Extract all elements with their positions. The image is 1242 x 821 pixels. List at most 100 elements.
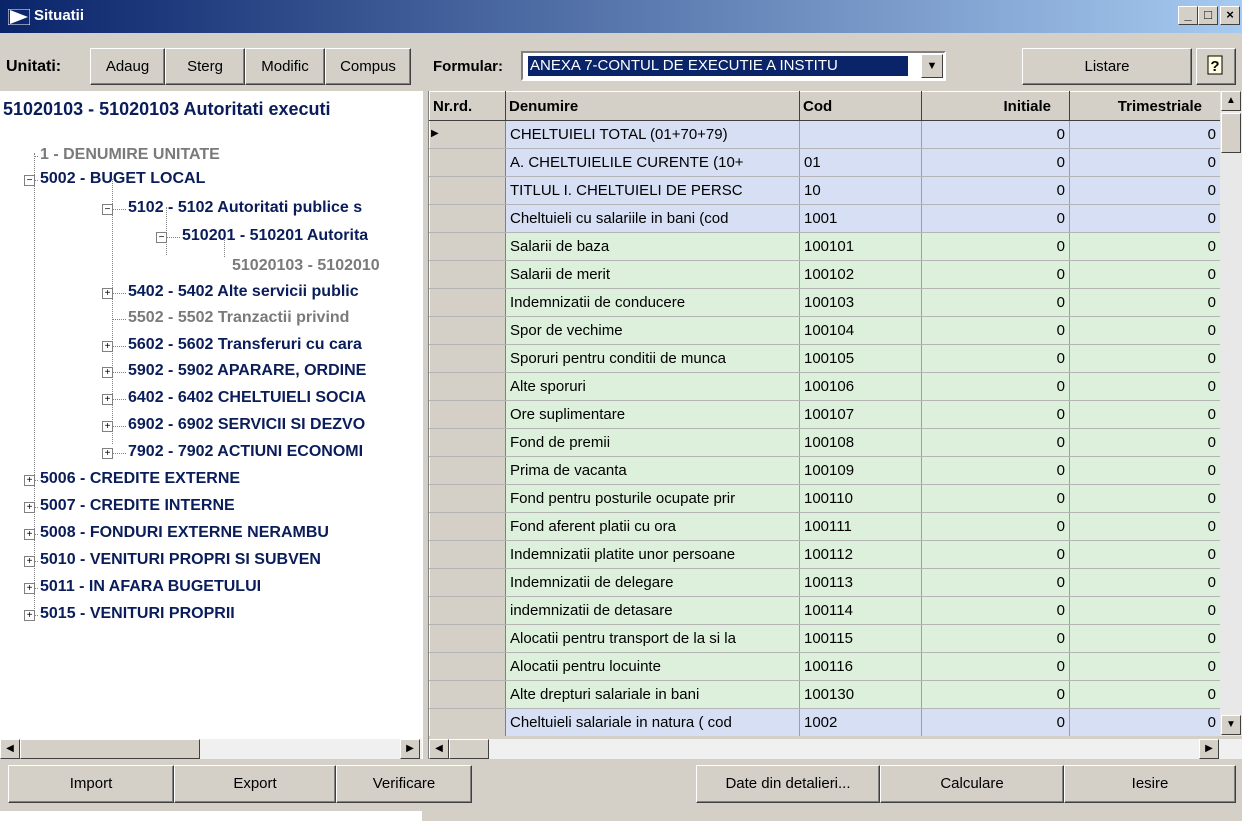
scroll-left-icon[interactable]: ◀ xyxy=(0,739,20,759)
table-row[interactable]: TITLUL I. CHELTUIELI DE PERSC 10 0 0 xyxy=(429,176,1220,205)
table-row[interactable]: Sporuri pentru conditii de munca 100105 0 0 xyxy=(429,344,1220,373)
expand-icon[interactable]: + xyxy=(102,288,113,299)
export-button[interactable]: Export xyxy=(174,765,336,803)
cell-initiale[interactable]: 0 xyxy=(921,652,1070,681)
cell-denumire[interactable]: Indemnizatii de conducere xyxy=(505,288,800,317)
table-row[interactable]: Alte sporuri 100106 0 0 xyxy=(429,372,1220,401)
cell-trimestriale[interactable]: 0 xyxy=(1069,540,1220,569)
tree-node[interactable]: 5502 - 5502 Tranzactii privind xyxy=(128,309,349,327)
tree-node[interactable]: 5102 - 5102 Autoritati publice s xyxy=(128,199,362,217)
cell-denumire[interactable]: Fond pentru posturile ocupate prir xyxy=(505,484,800,513)
cell-trimestriale[interactable]: 0 xyxy=(1069,680,1220,709)
cell-trimestriale[interactable]: 0 xyxy=(1069,568,1220,597)
cell-denumire[interactable]: Cheltuieli salariale in natura ( cod xyxy=(505,708,800,736)
cell-trimestriale[interactable]: 0 xyxy=(1069,428,1220,457)
table-row[interactable]: Indemnizatii de delegare 100113 0 0 xyxy=(429,568,1220,597)
cell-denumire[interactable]: indemnizatii de detasare xyxy=(505,596,800,625)
cell-initiale[interactable]: 0 xyxy=(921,120,1070,149)
table-row[interactable]: Ore suplimentare 100107 0 0 xyxy=(429,400,1220,429)
iesire-button[interactable]: Iesire xyxy=(1064,765,1236,803)
tree-node[interactable]: 51020103 - 5102010 xyxy=(232,257,380,275)
row-nr-cell[interactable] xyxy=(429,232,506,261)
cell-initiale[interactable]: 0 xyxy=(921,204,1070,233)
tree-node[interactable]: 5010 - VENITURI PROPRI SI SUBVEN xyxy=(40,551,321,569)
table-row[interactable]: ▶ CHELTUIELI TOTAL (01+70+79) 0 0 xyxy=(429,120,1220,149)
cell-trimestriale[interactable]: 0 xyxy=(1069,204,1220,233)
cell-cod[interactable]: 10 xyxy=(799,176,922,205)
cell-trimestriale[interactable]: 0 xyxy=(1069,708,1220,736)
cell-cod[interactable]: 100115 xyxy=(799,624,922,653)
grid-scroll-left-icon[interactable]: ◀ xyxy=(429,739,449,759)
cell-denumire[interactable]: Prima de vacanta xyxy=(505,456,800,485)
table-row[interactable]: Cheltuieli cu salariile in bani (cod 1001… xyxy=(429,204,1220,233)
expand-icon[interactable]: + xyxy=(24,556,35,567)
cell-denumire[interactable]: Fond aferent platii cu ora xyxy=(505,512,800,541)
cell-initiale[interactable]: 0 xyxy=(921,232,1070,261)
row-nr-cell[interactable] xyxy=(429,204,506,233)
cell-initiale[interactable]: 0 xyxy=(921,624,1070,653)
row-nr-cell[interactable] xyxy=(429,652,506,681)
row-nr-cell[interactable] xyxy=(429,596,506,625)
expand-icon[interactable]: + xyxy=(102,341,113,352)
table-row[interactable]: Fond pentru posturile ocupate prir 100110… xyxy=(429,484,1220,513)
row-nr-cell[interactable] xyxy=(429,260,506,289)
tree-node[interactable]: 6402 - 6402 CHELTUIELI SOCIA xyxy=(128,389,366,407)
cell-initiale[interactable]: 0 xyxy=(921,484,1070,513)
cell-initiale[interactable]: 0 xyxy=(921,540,1070,569)
cell-cod[interactable]: 1002 xyxy=(799,708,922,736)
cell-initiale[interactable]: 0 xyxy=(921,428,1070,457)
cell-cod[interactable]: 100107 xyxy=(799,400,922,429)
scroll-up-icon[interactable]: ▲ xyxy=(1221,91,1241,111)
unit-tree-panel[interactable]: 51020103 - 51020103 Autoritati executi 1… xyxy=(0,91,422,821)
cell-trimestriale[interactable]: 0 xyxy=(1069,456,1220,485)
cell-denumire[interactable]: Salarii de merit xyxy=(505,260,800,289)
expand-icon[interactable]: + xyxy=(24,529,35,540)
cell-denumire[interactable]: Ore suplimentare xyxy=(505,400,800,429)
table-row[interactable]: Indemnizatii platite unor persoane 100112… xyxy=(429,540,1220,569)
expand-icon[interactable]: + xyxy=(102,367,113,378)
table-row[interactable]: Alocatii pentru transport de la si la 100… xyxy=(429,624,1220,653)
cell-trimestriale[interactable]: 0 xyxy=(1069,316,1220,345)
table-row[interactable]: Alte drepturi salariale in bani 100130 0 0 xyxy=(429,680,1220,709)
verificare-button[interactable]: Verificare xyxy=(336,765,472,803)
row-nr-cell[interactable]: ▶ xyxy=(429,120,506,149)
cell-cod[interactable]: 100110 xyxy=(799,484,922,513)
import-button[interactable]: Import xyxy=(8,765,174,803)
tree-node[interactable]: 5011 - IN AFARA BUGETULUI xyxy=(40,578,261,596)
cell-cod[interactable]: 100114 xyxy=(799,596,922,625)
cell-trimestriale[interactable]: 0 xyxy=(1069,400,1220,429)
cell-trimestriale[interactable]: 0 xyxy=(1069,232,1220,261)
cell-trimestriale[interactable]: 0 xyxy=(1069,484,1220,513)
row-nr-cell[interactable] xyxy=(429,456,506,485)
cell-trimestriale[interactable]: 0 xyxy=(1069,372,1220,401)
pane-splitter[interactable] xyxy=(422,91,429,759)
row-nr-cell[interactable] xyxy=(429,624,506,653)
cell-cod[interactable]: 100101 xyxy=(799,232,922,261)
cell-trimestriale[interactable]: 0 xyxy=(1069,148,1220,177)
cell-initiale[interactable]: 0 xyxy=(921,596,1070,625)
row-nr-cell[interactable] xyxy=(429,708,506,736)
cell-denumire[interactable]: TITLUL I. CHELTUIELI DE PERSC xyxy=(505,176,800,205)
row-nr-cell[interactable] xyxy=(429,428,506,457)
cell-cod[interactable]: 1001 xyxy=(799,204,922,233)
tree-node[interactable]: 5007 - CREDITE INTERNE xyxy=(40,497,235,515)
tree-node[interactable]: 5006 - CREDITE EXTERNE xyxy=(40,470,240,488)
row-nr-cell[interactable] xyxy=(429,176,506,205)
row-nr-cell[interactable] xyxy=(429,344,506,373)
tree-node[interactable]: 7902 - 7902 ACTIUNI ECONOMI xyxy=(128,443,363,461)
tree-node[interactable]: 5602 - 5602 Transferuri cu cara xyxy=(128,336,362,354)
cell-trimestriale[interactable]: 0 xyxy=(1069,120,1220,149)
cell-denumire[interactable]: Alocatii pentru locuinte xyxy=(505,652,800,681)
cell-initiale[interactable]: 0 xyxy=(921,680,1070,709)
cell-initiale[interactable]: 0 xyxy=(921,400,1070,429)
row-nr-cell[interactable] xyxy=(429,288,506,317)
row-nr-cell[interactable] xyxy=(429,400,506,429)
col-cod[interactable]: Cod xyxy=(799,91,922,121)
cell-initiale[interactable]: 0 xyxy=(921,708,1070,736)
scroll-right-icon[interactable]: ▶ xyxy=(400,739,420,759)
expand-icon[interactable]: + xyxy=(102,421,113,432)
row-nr-cell[interactable] xyxy=(429,148,506,177)
cell-trimestriale[interactable]: 0 xyxy=(1069,652,1220,681)
row-nr-cell[interactable] xyxy=(429,512,506,541)
expand-icon[interactable]: + xyxy=(102,448,113,459)
